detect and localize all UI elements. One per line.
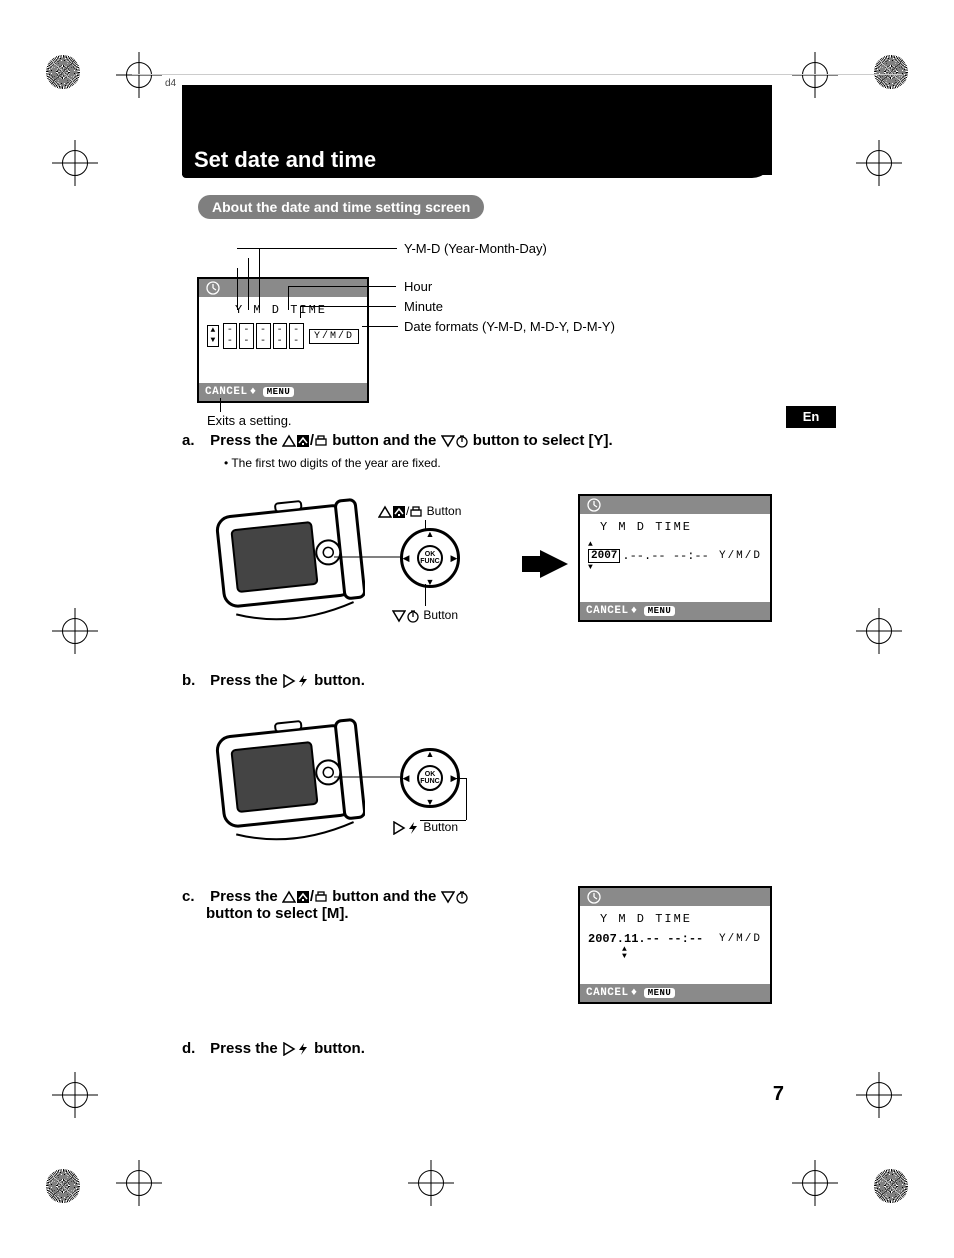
screen-footer: CANCEL ♦ MENU xyxy=(199,383,367,401)
triangle-down-icon xyxy=(441,890,455,904)
triangle-down-icon xyxy=(441,434,455,448)
exposure-icon xyxy=(296,890,310,904)
screen-year-select: Y M D TIME ▲ 2007 ▼ .--.-- --:-- Y/M/D C… xyxy=(578,494,772,622)
callout-ymd: Y-M-D (Year-Month-Day) xyxy=(404,241,547,256)
doc-id: d4 xyxy=(165,78,176,89)
ok-func-button: OKFUNC xyxy=(417,545,443,571)
self-timer-icon xyxy=(406,609,420,623)
page-title: Set date and time xyxy=(194,147,376,173)
step-b: b. Press the button. xyxy=(182,672,804,689)
up-button-label: / Button xyxy=(378,504,461,519)
triangle-right-icon xyxy=(282,1042,296,1056)
exposure-icon xyxy=(296,434,310,448)
step-a: a. Press the / button and the button to … xyxy=(182,432,804,449)
clock-icon xyxy=(586,889,602,905)
ok-func-button: OKFUNC xyxy=(417,765,443,791)
self-timer-icon xyxy=(455,890,469,904)
step-a-note: The first two digits of the year are fix… xyxy=(224,456,441,470)
arrow-right-icon xyxy=(540,550,568,578)
print-icon xyxy=(314,890,328,904)
flash-icon xyxy=(406,821,420,835)
subheading: About the date and time setting screen xyxy=(198,195,484,219)
exposure-icon xyxy=(392,505,406,519)
triangle-down-icon xyxy=(392,609,406,623)
page-number: 7 xyxy=(773,1083,784,1106)
triangle-up-icon xyxy=(282,890,296,904)
print-icon xyxy=(314,434,328,448)
triangle-right-icon xyxy=(392,821,406,835)
callout-hour: Hour xyxy=(404,279,432,294)
clock-icon xyxy=(586,497,602,513)
step-d: d. Press the button. xyxy=(182,1040,804,1057)
language-tab: En xyxy=(786,406,836,428)
triangle-up-icon xyxy=(378,505,392,519)
step-c: c. Press the / button and the button to … xyxy=(182,888,554,922)
screen-date-time-overview: Y M D TIME ▲▼ -- -- -- -- -- Y/M/D CANCE… xyxy=(197,277,369,403)
down-button-label: Button xyxy=(392,608,458,623)
right-button-label: Button xyxy=(392,820,458,835)
callout-exits: Exits a setting. xyxy=(207,413,292,428)
triangle-right-icon xyxy=(282,674,296,688)
dpad-control: OKFUNC ▲ ▼ ◀ ▶ xyxy=(400,528,460,588)
flash-icon xyxy=(296,1042,310,1056)
self-timer-icon xyxy=(455,434,469,448)
flash-icon xyxy=(296,674,310,688)
clock-icon xyxy=(205,280,221,296)
date-format-box: Y/M/D xyxy=(309,329,359,344)
triangle-up-icon xyxy=(282,434,296,448)
print-icon xyxy=(409,505,423,519)
screen-month-select: Y M D TIME 2007.11.-- --:-- Y/M/D ▲▼ CAN… xyxy=(578,886,772,1004)
up-down-indicator: ▲▼ xyxy=(207,325,219,347)
screen-header: Y M D TIME xyxy=(588,912,762,926)
callout-minute: Minute xyxy=(404,299,443,314)
screen-header: Y M D TIME xyxy=(588,520,762,534)
dpad-control: OKFUNC ▲ ▼ ◀ ▶ xyxy=(400,748,460,808)
callout-formats: Date formats (Y-M-D, M-D-Y, D-M-Y) xyxy=(404,319,615,334)
